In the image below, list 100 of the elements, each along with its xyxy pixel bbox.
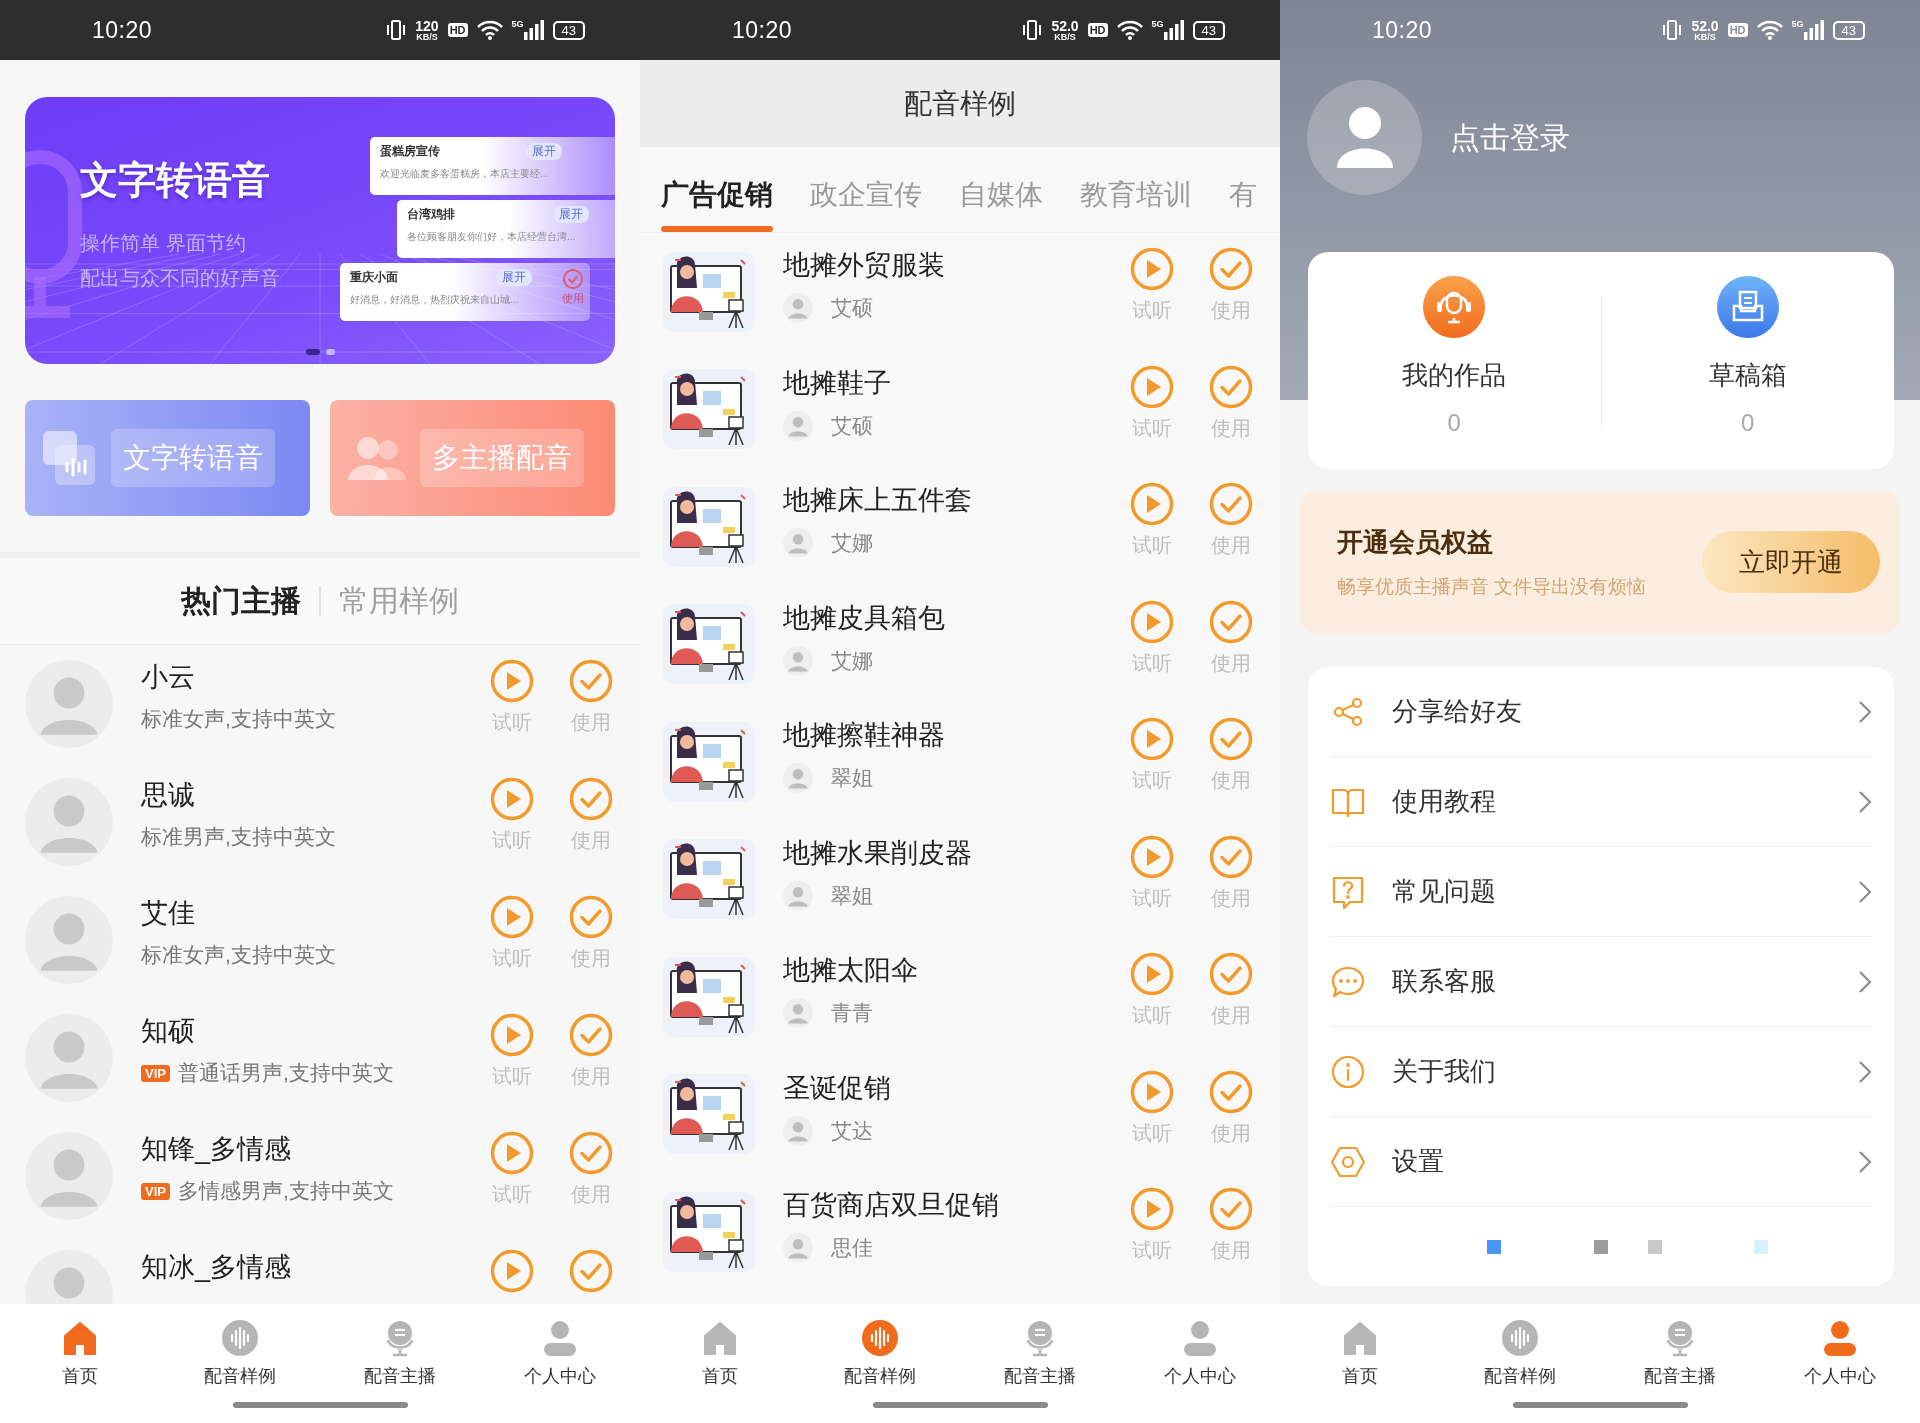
stat-label[interactable]: 草稿箱: [1708, 358, 1787, 393]
battery-level: 43: [1832, 20, 1865, 40]
avatar-icon: [25, 1132, 113, 1220]
menu-item[interactable]: 分享给好友: [1330, 667, 1872, 757]
play-icon: [1130, 599, 1174, 644]
waveform-icon: [1500, 1318, 1540, 1358]
check-icon: [569, 777, 613, 821]
use-button[interactable]: 使用: [1201, 1187, 1261, 1264]
use-button[interactable]: 使用: [1201, 952, 1261, 1029]
nav-tab[interactable]: 配音样例: [800, 1304, 960, 1402]
listen-button[interactable]: 试听: [482, 1013, 542, 1090]
play-icon: [1130, 952, 1174, 996]
listen-button[interactable]: 试听: [1122, 717, 1182, 794]
avatar-icon: [783, 763, 813, 793]
network-speed: 52.0: [1051, 18, 1079, 33]
category-tab[interactable]: 有: [1229, 147, 1257, 232]
banner-title: 文字转语音: [80, 158, 270, 203]
person-icon: [1335, 105, 1394, 170]
listen-button[interactable]: 试听: [1122, 599, 1182, 677]
anchor-name: 知硕: [141, 1015, 196, 1048]
nav-tab[interactable]: 配音样例: [160, 1304, 320, 1402]
vibrate-icon: [1662, 19, 1683, 41]
use-button[interactable]: 使用: [561, 895, 621, 972]
use-button[interactable]: 使用: [1201, 364, 1261, 442]
script-text: 各位顾客朋友你们好，本店经营台湾...: [407, 230, 576, 244]
play-icon: [1130, 1069, 1174, 1114]
section-tab[interactable]: 热门主播: [181, 580, 301, 622]
play-icon: [490, 659, 534, 703]
chevron-icon: [1858, 1149, 1872, 1174]
category-tab[interactable]: 政企宣传: [810, 147, 922, 232]
nav-tab[interactable]: 首页: [1280, 1304, 1440, 1402]
listen-button[interactable]: 试听: [1122, 1069, 1182, 1147]
anchor-description: 普通话男声,支持中英文: [177, 1060, 394, 1086]
status-time: 10:20: [92, 16, 153, 44]
listen-button[interactable]: 试听: [1122, 1187, 1182, 1264]
menu-item[interactable]: 关于我们: [1330, 1027, 1872, 1117]
use-button[interactable]: 使用: [561, 1131, 621, 1208]
voice-name: 翠姐: [831, 765, 873, 791]
listen-button[interactable]: 试听: [482, 895, 542, 972]
use-button[interactable]: 使用: [1201, 834, 1261, 912]
inbox-icon: [1716, 276, 1779, 338]
voice-name: 翠姐: [831, 882, 873, 909]
category-tab[interactable]: 教育培训: [1080, 147, 1192, 232]
anchor-name: 小云: [141, 661, 196, 694]
menu-item[interactable]: 常见问题: [1330, 847, 1872, 937]
avatar-icon: [783, 528, 813, 558]
menu-item[interactable]: 联系客服: [1330, 937, 1872, 1027]
nav-tab[interactable]: 个人中心: [1120, 1304, 1280, 1402]
waveform-icon: [860, 1318, 900, 1358]
section-tab[interactable]: 常用样例: [339, 580, 459, 622]
listen-button[interactable]: 试听: [482, 777, 542, 854]
nav-tab[interactable]: 个人中心: [480, 1304, 640, 1402]
use-button[interactable]: 使用: [1201, 247, 1261, 324]
feature-button[interactable]: 文字转语音: [25, 400, 310, 516]
avatar-icon: [25, 660, 113, 748]
use-button[interactable]: 使用: [561, 659, 621, 736]
nav-tab[interactable]: 配音主播: [1600, 1304, 1760, 1402]
sample-title: 地摊鞋子: [783, 366, 892, 400]
nav-tab[interactable]: 首页: [0, 1304, 160, 1402]
check-icon: [1209, 247, 1253, 291]
play-icon: [490, 1013, 534, 1057]
check-icon: [1209, 482, 1253, 526]
use-button[interactable]: 使用: [561, 777, 621, 854]
login-link[interactable]: 点击登录: [1450, 118, 1570, 159]
nav-tab[interactable]: 首页: [640, 1304, 800, 1402]
category-tab[interactable]: 广告促销: [661, 147, 773, 232]
stat-count: 0: [1741, 409, 1755, 437]
wifi-icon: [1116, 20, 1143, 40]
nav-tab[interactable]: 配音主播: [320, 1304, 480, 1402]
chevron-icon: [1858, 1059, 1872, 1084]
use-button[interactable]: 使用: [561, 1013, 621, 1090]
nav-tab[interactable]: 个人中心: [1760, 1304, 1920, 1402]
promo-banner[interactable]: 文字转语音 操作简单 界面节约 配出与众不同的好声音 蛋糕房宣传 展开 欢迎光临麦多客蛋糕房，本店主要经... 台湾鸡排 展开 各位顾客朋友你们好，本店经营台湾... 重庆小面 展开 好消息，好消息，热烈庆祝来自山城... 使用: [25, 97, 615, 364]
check-icon: [1209, 1187, 1253, 1231]
menu-item[interactable]: 使用教程: [1330, 757, 1872, 847]
listen-button[interactable]: 试听: [482, 1131, 542, 1208]
listen-button[interactable]: 试听: [482, 659, 542, 736]
activate-button[interactable]: 立即开通: [1702, 531, 1880, 593]
listen-button[interactable]: 试听: [1122, 952, 1182, 1029]
voice-name: 艾硕: [831, 412, 873, 439]
category-tab[interactable]: 自媒体: [959, 147, 1043, 232]
listen-button[interactable]: 试听: [1122, 834, 1182, 912]
check-icon: [569, 659, 613, 703]
stat-label[interactable]: 我的作品: [1402, 358, 1507, 393]
listen-button[interactable]: 试听: [1122, 364, 1182, 442]
expand-tag: 展开: [496, 269, 532, 286]
check-icon: [569, 1249, 613, 1293]
nav-tab[interactable]: 配音主播: [960, 1304, 1120, 1402]
listen-button[interactable]: 试听: [1122, 247, 1182, 324]
menu-item[interactable]: 设置: [1330, 1117, 1872, 1207]
nav-tab[interactable]: 配音样例: [1440, 1304, 1600, 1402]
avatar-icon: [783, 410, 813, 441]
feature-button[interactable]: 多主播配音: [330, 400, 615, 516]
use-button[interactable]: 使用: [1201, 1069, 1261, 1147]
check-icon: [1209, 717, 1253, 761]
listen-button[interactable]: 试听: [1122, 482, 1182, 559]
chevron-icon: [1858, 969, 1872, 994]
use-button[interactable]: 使用: [1201, 599, 1261, 677]
use-button[interactable]: 使用: [1201, 482, 1261, 559]
use-button[interactable]: 使用: [1201, 717, 1261, 794]
